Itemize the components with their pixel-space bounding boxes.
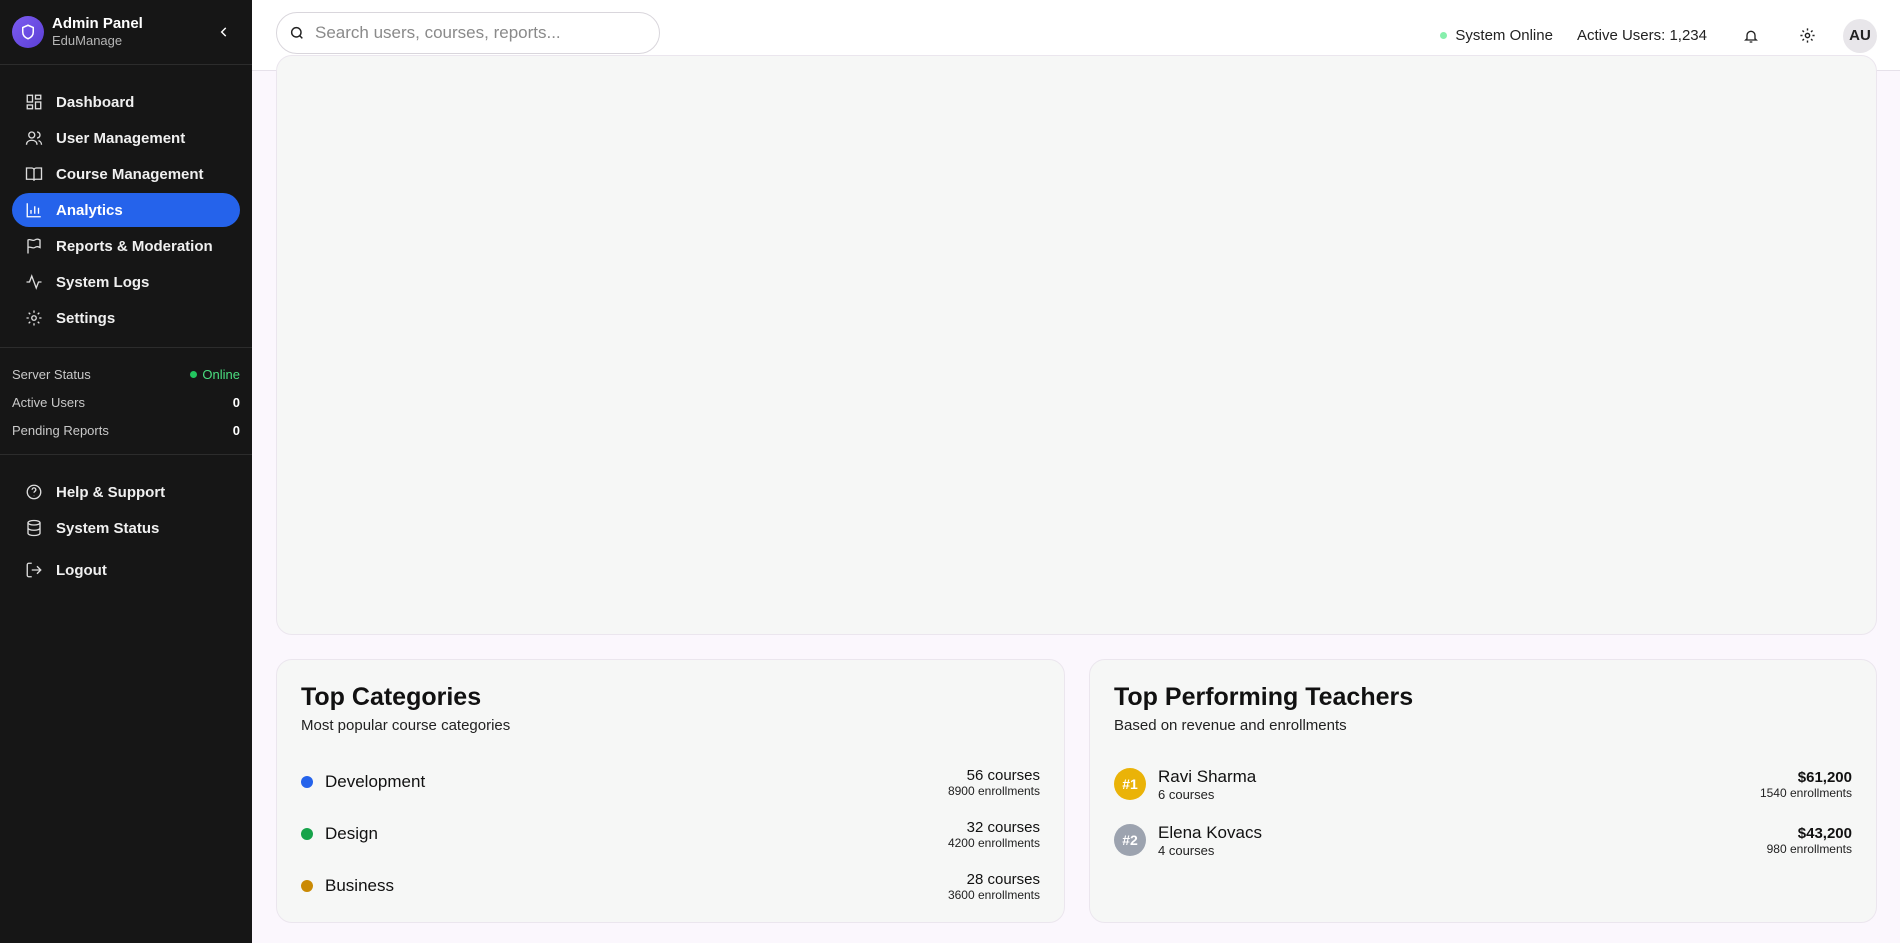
logout-icon — [24, 560, 44, 580]
category-name: Business — [325, 876, 394, 895]
sidebar-item-user-management[interactable]: User Management — [12, 121, 240, 155]
sidebar-item-help-support[interactable]: Help & Support — [12, 475, 240, 509]
rank-badge: #2 — [1114, 824, 1146, 856]
sidebar-nav: Dashboard User Management Course Managem… — [0, 65, 252, 335]
status-dot — [190, 370, 198, 378]
teacher-list: #1 Ravi Sharma 6 courses $61,200 1540 en… — [1114, 756, 1852, 868]
chevron-left-icon — [220, 27, 227, 37]
sidebar-item-label: Reports & Moderation — [56, 237, 213, 255]
sidebar-item-label: Course Management — [56, 165, 204, 183]
brand: Admin Panel EduManage — [0, 0, 252, 65]
status-text: Online — [202, 366, 240, 382]
bell-icon — [1744, 30, 1758, 43]
sidebar-item-label: User Management — [56, 129, 186, 147]
list-item: #1 Ravi Sharma 6 courses $61,200 1540 en… — [1114, 756, 1852, 812]
card-title: Top Categories — [301, 683, 482, 711]
teacher-courses: 4 courses — [1158, 842, 1215, 858]
sidebar-item-label: Dashboard — [56, 93, 135, 111]
card-title: Top Performing Teachers — [1114, 683, 1414, 711]
card-subtitle: Most popular course categories — [301, 717, 511, 734]
stat-label: Server Status — [12, 366, 91, 382]
sidebar-item-dashboard[interactable]: Dashboard — [12, 85, 240, 119]
sidebar-item-settings[interactable]: Settings — [12, 301, 240, 335]
database-icon — [24, 518, 44, 538]
sidebar-item-label: Logout — [56, 561, 107, 579]
brand-title: Admin Panel — [52, 15, 143, 32]
stat-label: Active Users — [12, 394, 85, 410]
flag-icon — [24, 236, 44, 256]
book-icon — [24, 164, 44, 184]
category-enrollments: 4200 enrollments — [947, 835, 1040, 850]
sidebar-stats: Server Status Online Active Users 0 Pend… — [0, 348, 252, 454]
settings-button[interactable] — [1787, 16, 1827, 56]
category-courses: 32 courses — [966, 818, 1040, 836]
search-input[interactable] — [315, 23, 635, 43]
bar-chart-icon — [24, 200, 44, 220]
teacher-revenue: $61,200 — [1797, 768, 1852, 786]
search-icon — [290, 26, 303, 39]
top-categories-card: Top Categories Most popular course categ… — [276, 659, 1065, 923]
brand-subtitle: EduManage — [52, 33, 123, 48]
category-enrollments: 3600 enrollments — [947, 887, 1040, 902]
dashboard-icon — [24, 92, 44, 112]
help-circle-icon — [24, 482, 44, 502]
sidebar-item-label: System Logs — [56, 273, 150, 291]
sidebar-item-system-logs[interactable]: System Logs — [12, 265, 240, 299]
teacher-name: Ravi Sharma — [1158, 766, 1257, 786]
category-courses: 28 courses — [966, 870, 1040, 888]
sidebar-item-reports-moderation[interactable]: Reports & Moderation — [12, 229, 240, 263]
category-name: Development — [325, 772, 426, 791]
stat-active-users: Active Users 0 — [12, 388, 240, 416]
system-status-indicator: System Online — [1440, 27, 1553, 44]
category-color-dot — [301, 776, 313, 788]
gear-icon — [1799, 28, 1815, 43]
teacher-courses: 6 courses — [1158, 786, 1215, 802]
status-dot — [1440, 32, 1448, 39]
top-teachers-card: Top Performing Teachers Based on revenue… — [1089, 659, 1877, 923]
stat-server-status: Server Status Online — [12, 360, 240, 388]
sidebar-item-analytics[interactable]: Analytics — [12, 193, 240, 227]
category-enrollments: 8900 enrollments — [947, 783, 1040, 798]
card-subtitle: Based on revenue and enrollments — [1114, 717, 1347, 734]
stat-value: 0 — [232, 422, 240, 438]
teacher-name: Elena Kovacs — [1158, 822, 1262, 842]
category-color-dot — [301, 880, 313, 892]
sidebar-item-label: Analytics — [56, 201, 123, 219]
sidebar-item-course-management[interactable]: Course Management — [12, 157, 240, 191]
stat-label: Pending Reports — [12, 422, 109, 438]
list-item: Development 56 courses 8900 enrollments — [301, 756, 1040, 808]
stat-value: 0 — [232, 394, 240, 410]
list-item: #2 Elena Kovacs 4 courses $43,200 980 en… — [1114, 812, 1852, 868]
gear-icon — [24, 308, 44, 328]
collapse-sidebar-button[interactable] — [214, 22, 234, 42]
category-courses: 56 courses — [966, 766, 1040, 784]
chart-panel-empty — [276, 55, 1877, 635]
user-avatar[interactable]: AU — [1843, 18, 1877, 53]
system-status-text: System Online — [1455, 27, 1553, 44]
list-item: Business 28 courses 3600 enrollments — [301, 860, 1040, 912]
sidebar-item-label: Settings — [56, 309, 116, 327]
stat-value: Online — [190, 367, 240, 382]
sidebar-item-system-status[interactable]: System Status — [12, 511, 240, 545]
sidebar: Admin Panel EduManage Dashboard User Man… — [0, 0, 252, 943]
shield-icon — [12, 16, 44, 48]
logout-button[interactable]: Logout — [12, 553, 240, 587]
rank-badge: #1 — [1114, 768, 1146, 800]
search-bar[interactable] — [276, 12, 660, 54]
category-color-dot — [301, 828, 313, 840]
teacher-enrollments: 980 enrollments — [1766, 841, 1852, 856]
users-icon — [24, 128, 44, 148]
teacher-enrollments: 1540 enrollments — [1759, 785, 1852, 800]
sidebar-item-label: System Status — [56, 519, 160, 537]
notifications-button[interactable] — [1731, 16, 1771, 56]
sidebar-item-label: Help & Support — [56, 483, 166, 501]
activity-icon — [24, 272, 44, 292]
list-item: Design 32 courses 4200 enrollments — [301, 808, 1040, 860]
stat-pending-reports: Pending Reports 0 — [12, 416, 240, 444]
active-users-count: Active Users: 1,234 — [1576, 27, 1707, 44]
teacher-revenue: $43,200 — [1797, 824, 1852, 842]
category-name: Design — [325, 824, 378, 843]
category-list: Development 56 courses 8900 enrollments … — [301, 756, 1040, 912]
sidebar-bottom-nav: Help & Support System Status Logout — [0, 455, 252, 587]
